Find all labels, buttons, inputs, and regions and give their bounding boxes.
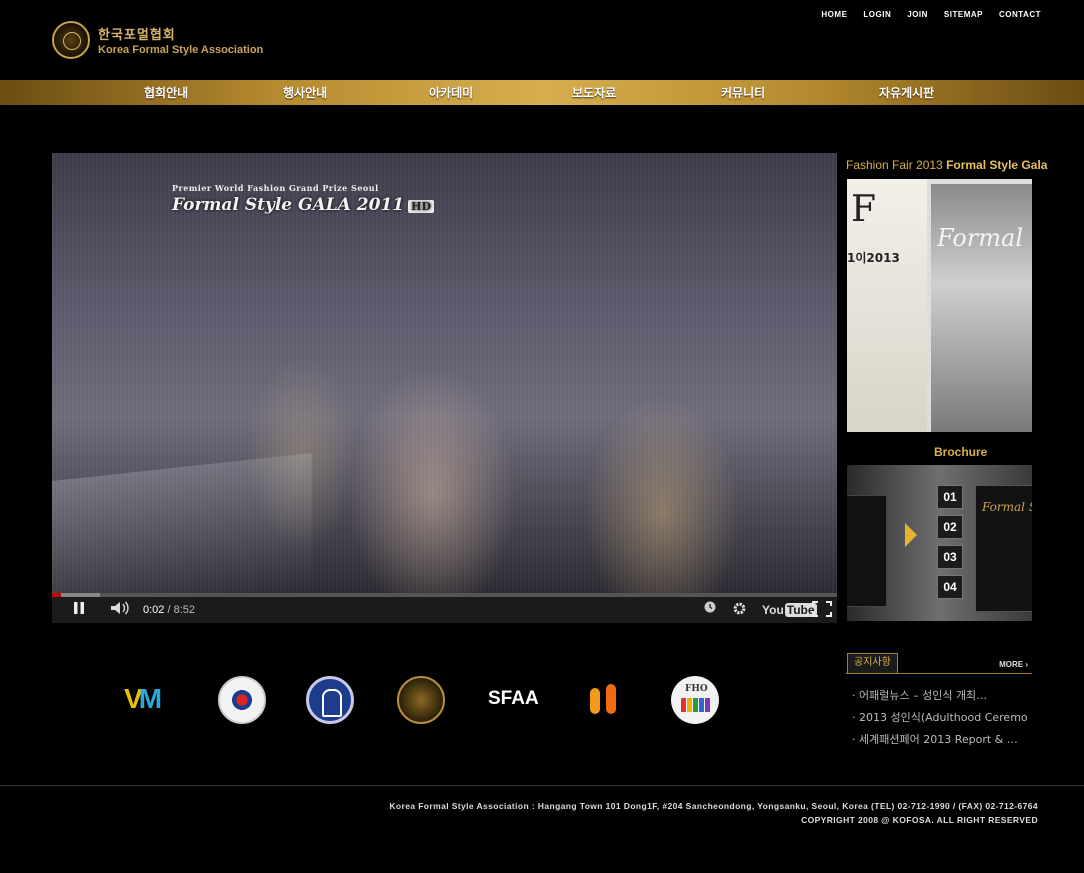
hd-badge: HD bbox=[408, 200, 435, 213]
contact-link[interactable]: CONTACT bbox=[999, 10, 1041, 19]
partner-vm-m: M bbox=[138, 683, 162, 714]
fair-poster-year: 1이2013 bbox=[847, 251, 900, 265]
fashion-fair-heading-a: Fashion Fair 2013 bbox=[846, 158, 943, 172]
brochure-panel: 01 02 03 04 Formal St bbox=[847, 465, 1032, 621]
fair-poster-left: F 1이2013 bbox=[847, 179, 927, 432]
notice-more-link[interactable]: MORE › bbox=[999, 660, 1028, 669]
partner-logo-fho[interactable]: FHO bbox=[671, 676, 719, 724]
menu-event-info[interactable]: 행사안내 bbox=[283, 84, 327, 101]
join-link[interactable]: JOIN bbox=[907, 10, 928, 19]
partner-logo-emblem-gold[interactable] bbox=[397, 676, 445, 724]
fashion-fair-heading-b: Formal Style Gala bbox=[946, 158, 1048, 172]
fullscreen-icon[interactable] bbox=[812, 601, 832, 621]
logo-korean-text: 한국포멀협회 bbox=[98, 28, 176, 43]
menu-press[interactable]: 보도자료 bbox=[572, 84, 616, 101]
youtube-logo-you: You bbox=[762, 603, 784, 617]
brochure-book-right[interactable]: Formal St bbox=[975, 485, 1032, 612]
brochure-book-title: Formal St bbox=[982, 500, 1032, 514]
menu-academy[interactable]: 아카데미 bbox=[429, 84, 473, 101]
partner-fho-text: FHO bbox=[685, 684, 708, 694]
duration: 8:52 bbox=[173, 604, 196, 616]
partner-logo-orange[interactable] bbox=[586, 680, 624, 720]
partner-vm-v: V bbox=[124, 683, 143, 714]
pause-icon[interactable] bbox=[72, 601, 86, 619]
video-overlay-subtitle: Premier World Fashion Grand Prize Seoul bbox=[172, 183, 379, 193]
fho-bar-yellow bbox=[687, 698, 692, 712]
home-link[interactable]: HOME bbox=[821, 10, 847, 19]
brochure-heading: Brochure bbox=[934, 445, 988, 459]
partner-logo-emblem-blue[interactable] bbox=[306, 676, 354, 724]
association-emblem-icon bbox=[52, 21, 90, 59]
volume-icon[interactable] bbox=[110, 601, 130, 619]
video-frame[interactable]: Premier World Fashion Grand Prize Seoul … bbox=[52, 153, 837, 593]
sitemap-link[interactable]: SITEMAP bbox=[944, 10, 983, 19]
notice-item[interactable]: · 세계패션페어 2013 Report & … bbox=[852, 731, 1032, 747]
site-logo[interactable]: 한국포멀협회 Korea Formal Style Association bbox=[52, 20, 282, 64]
notice-tab[interactable]: 공지사항 bbox=[847, 653, 898, 673]
fair-poster-right: Formal bbox=[931, 184, 1032, 432]
brochure-book-left bbox=[847, 495, 887, 607]
current-time: 0:02 bbox=[143, 604, 165, 616]
notice-item[interactable]: · 어패럴뉴스 – 성인식 개최… bbox=[852, 687, 1032, 703]
footer-address: Korea Formal Style Association : Hangang… bbox=[389, 801, 1038, 811]
settings-gear-icon[interactable] bbox=[732, 601, 747, 620]
fashion-fair-heading: Fashion Fair 2013 Formal Style Gala bbox=[846, 158, 1047, 172]
partner-logo-vm[interactable]: VM bbox=[124, 683, 172, 714]
fashion-fair-banner[interactable]: F 1이2013 Formal bbox=[847, 179, 1032, 432]
menu-free-board[interactable]: 자유게시판 bbox=[879, 84, 934, 101]
fair-poster-gala-text: Formal bbox=[937, 224, 1024, 252]
menu-community[interactable]: 커뮤니티 bbox=[721, 84, 765, 101]
brochure-button-04[interactable]: 04 bbox=[937, 575, 963, 599]
video-overlay-main-title: Formal Style GALA 2011 bbox=[172, 195, 405, 215]
main-menu-bar: 협회안내 행사안내 아카데미 보도자료 커뮤니티 자유게시판 bbox=[0, 80, 1084, 105]
time-separator: / bbox=[164, 604, 174, 616]
fho-bar-green bbox=[693, 698, 698, 712]
youtube-logo[interactable]: You Tube bbox=[762, 603, 817, 617]
menu-association-info[interactable]: 협회안내 bbox=[144, 84, 188, 101]
video-player[interactable]: Premier World Fashion Grand Prize Seoul … bbox=[52, 153, 837, 623]
footer-divider bbox=[0, 785, 1084, 786]
logo-english-text: Korea Formal Style Association bbox=[98, 44, 264, 56]
video-controls: 0:02 / 8:52 You Tube bbox=[52, 597, 837, 623]
top-utility-nav: HOME LOGIN JOIN SITEMAP CONTACT bbox=[805, 10, 1041, 19]
login-link[interactable]: LOGIN bbox=[863, 10, 891, 19]
brochure-button-01[interactable]: 01 bbox=[937, 485, 963, 509]
fair-poster-f: F bbox=[851, 189, 876, 230]
fho-bar-blue bbox=[699, 698, 704, 712]
fho-bar-red bbox=[681, 698, 686, 712]
partner-logo-sfaa[interactable]: SFAA bbox=[488, 688, 539, 712]
notice-header: 공지사항 MORE › bbox=[846, 653, 1032, 674]
notice-item[interactable]: · 2013 성인식(Adulthood Ceremo bbox=[852, 709, 1032, 725]
brochure-button-03[interactable]: 03 bbox=[937, 545, 963, 569]
footer-copyright: COPYRIGHT 2008 @ KOFOSA. ALL RIGHT RESER… bbox=[801, 815, 1038, 825]
partner-logo-emblem-white[interactable] bbox=[218, 676, 266, 724]
brochure-button-02[interactable]: 02 bbox=[937, 515, 963, 539]
watch-later-icon[interactable] bbox=[704, 601, 716, 617]
runway-graphic bbox=[52, 453, 312, 593]
fho-bar-purple bbox=[705, 698, 710, 712]
arrow-right-icon[interactable] bbox=[905, 523, 917, 547]
